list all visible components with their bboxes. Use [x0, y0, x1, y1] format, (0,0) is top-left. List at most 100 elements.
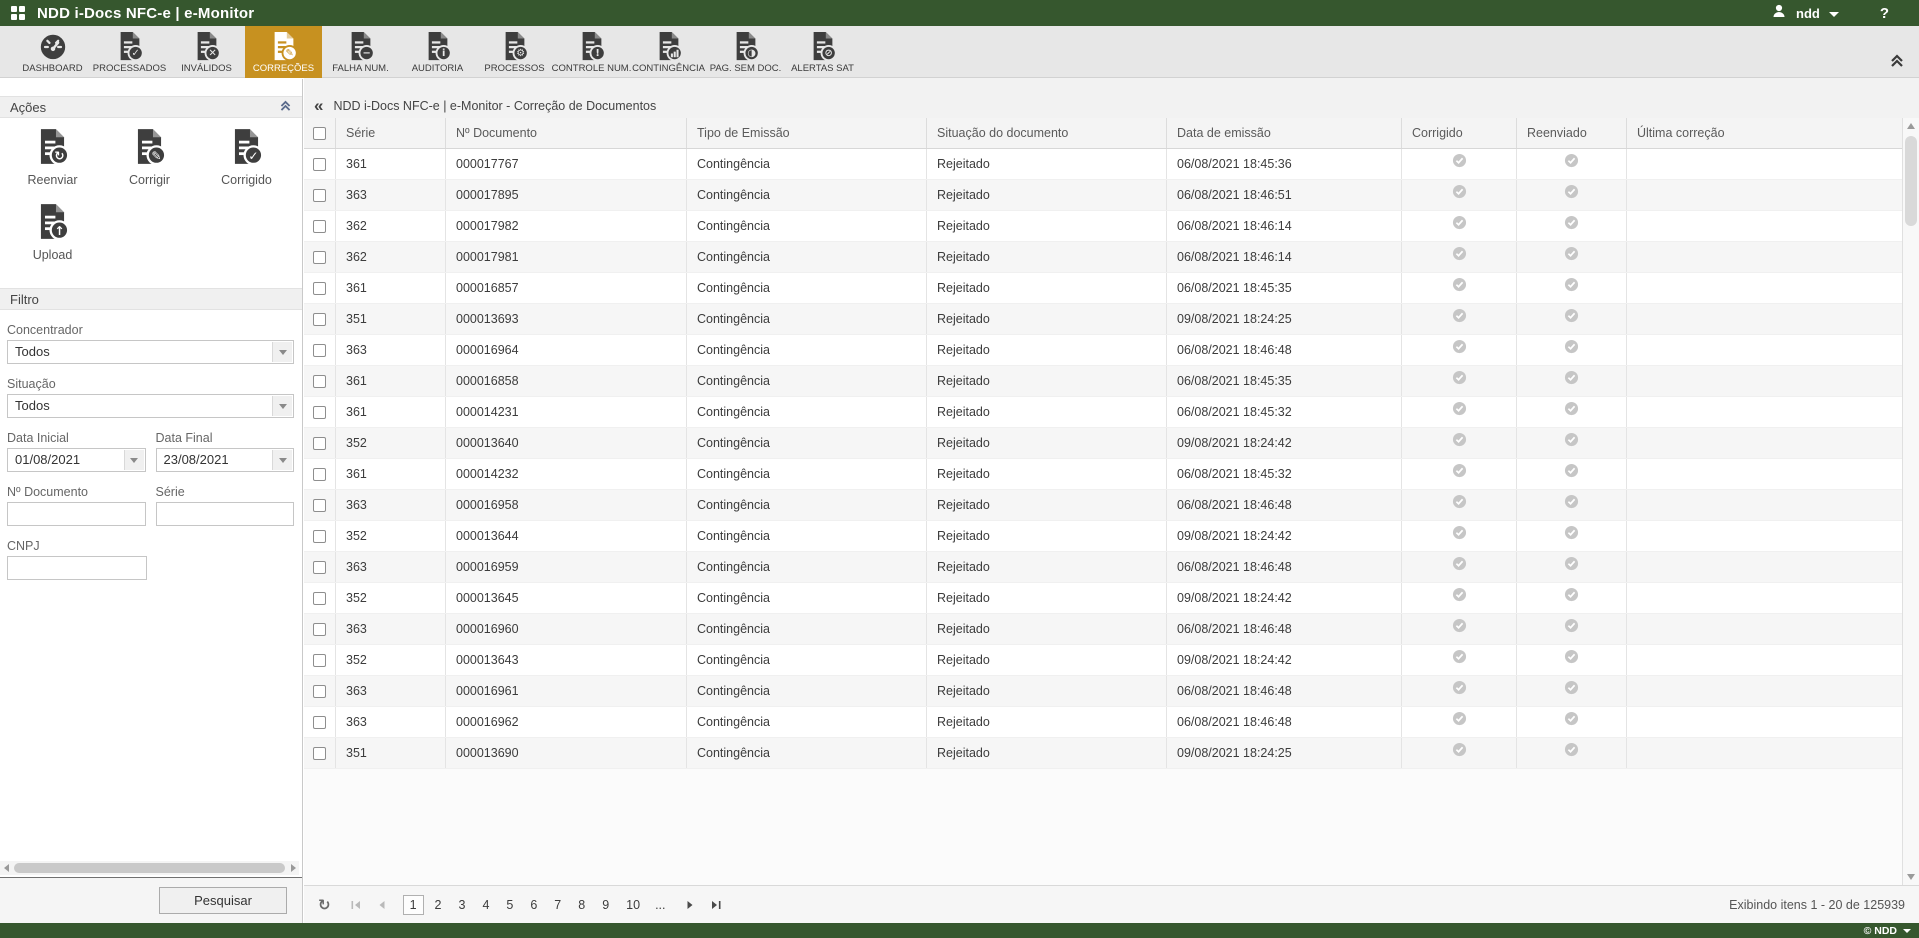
- row-checkbox[interactable]: [313, 437, 326, 450]
- table-row[interactable]: 361 000014232 Contingência Rejeitado 06/…: [304, 459, 1902, 490]
- table-row[interactable]: 351 000013690 Contingência Rejeitado 09/…: [304, 738, 1902, 769]
- row-checkbox[interactable]: [313, 654, 326, 667]
- chevron-down-icon[interactable]: [124, 450, 144, 470]
- toolbar-item-auditoria[interactable]: i AUDITORIA: [399, 26, 476, 78]
- column-header[interactable]: Corrigido: [1402, 118, 1517, 148]
- table-row[interactable]: 363 000016961 Contingência Rejeitado 06/…: [304, 676, 1902, 707]
- row-checkbox[interactable]: [313, 406, 326, 419]
- toolbar-item-falha-num-[interactable]: − FALHA NUM.: [322, 26, 399, 78]
- row-checkbox[interactable]: [313, 561, 326, 574]
- toolbar-item-inv-lidos[interactable]: ✕ INVÁLIDOS: [168, 26, 245, 78]
- table-row[interactable]: 352 000013643 Contingência Rejeitado 09/…: [304, 645, 1902, 676]
- toolbar-item-alertas-sat[interactable]: ⊘ ALERTAS SAT: [784, 26, 861, 78]
- column-header[interactable]: Nº Documento: [446, 118, 687, 148]
- page-number-9[interactable]: 9: [596, 896, 615, 914]
- action-upload[interactable]: ↑ Upload: [4, 203, 101, 262]
- page-number-6[interactable]: 6: [524, 896, 543, 914]
- row-checkbox[interactable]: [313, 282, 326, 295]
- toolbar-item-corre-es[interactable]: ✎ CORREÇÕES: [245, 26, 322, 78]
- toolbar-item-pag-sem-doc-[interactable]: ◑ PAG. SEM DOC.: [707, 26, 784, 78]
- row-checkbox[interactable]: [313, 623, 326, 636]
- page-number-5[interactable]: 5: [500, 896, 519, 914]
- table-row[interactable]: 351 000013693 Contingência Rejeitado 09/…: [304, 304, 1902, 335]
- toolbar-collapse-icon[interactable]: [1889, 54, 1905, 73]
- collapse-sidebar-icon[interactable]: «: [314, 99, 323, 113]
- scroll-down-icon[interactable]: [1907, 874, 1915, 880]
- toolbar-item-processos[interactable]: ⚙ PROCESSOS: [476, 26, 553, 78]
- refresh-icon[interactable]: ↻: [318, 896, 331, 914]
- column-header[interactable]: Situação do documento: [927, 118, 1167, 148]
- prev-page-icon[interactable]: [375, 898, 389, 912]
- table-row[interactable]: 363 000016958 Contingência Rejeitado 06/…: [304, 490, 1902, 521]
- toolbar-item-conting-ncia[interactable]: CONTINGÊNCIA: [630, 26, 707, 78]
- chevron-down-icon[interactable]: [272, 342, 292, 362]
- table-row[interactable]: 363 000016959 Contingência Rejeitado 06/…: [304, 552, 1902, 583]
- action-reenviar[interactable]: ↻ Reenviar: [4, 128, 101, 187]
- serie-input[interactable]: [156, 502, 295, 526]
- table-row[interactable]: 363 000016960 Contingência Rejeitado 06/…: [304, 614, 1902, 645]
- column-header[interactable]: Reenviado: [1517, 118, 1627, 148]
- table-row[interactable]: 363 000016962 Contingência Rejeitado 06/…: [304, 707, 1902, 738]
- column-header[interactable]: Tipo de Emissão: [687, 118, 927, 148]
- scroll-right-icon[interactable]: [287, 864, 299, 872]
- first-page-icon[interactable]: [349, 898, 363, 912]
- data-inicial-picker[interactable]: 01/08/2021: [7, 448, 146, 472]
- row-checkbox[interactable]: [313, 747, 326, 760]
- scrollbar-thumb[interactable]: [14, 863, 285, 873]
- table-row[interactable]: 361 000014231 Contingência Rejeitado 06/…: [304, 397, 1902, 428]
- page-number-1[interactable]: 1: [403, 895, 424, 915]
- table-row[interactable]: 361 000016858 Contingência Rejeitado 06/…: [304, 366, 1902, 397]
- table-row[interactable]: 361 000016857 Contingência Rejeitado 06/…: [304, 273, 1902, 304]
- toolbar-item-controle-num-[interactable]: ! CONTROLE NUM.: [553, 26, 630, 78]
- scrollbar-thumb[interactable]: [1905, 136, 1917, 226]
- toolbar-item-processados[interactable]: ✓ PROCESSADOS: [91, 26, 168, 78]
- data-final-picker[interactable]: 23/08/2021: [156, 448, 295, 472]
- situacao-select[interactable]: Todos: [7, 394, 294, 418]
- column-header[interactable]: Série: [336, 118, 446, 148]
- row-checkbox[interactable]: [313, 313, 326, 326]
- row-checkbox[interactable]: [313, 499, 326, 512]
- chevron-down-icon[interactable]: [272, 396, 292, 416]
- page-number-7[interactable]: 7: [548, 896, 567, 914]
- row-checkbox[interactable]: [313, 220, 326, 233]
- action-corrigir[interactable]: ✎ Corrigir: [101, 128, 198, 187]
- table-row[interactable]: 361 000017767 Contingência Rejeitado 06/…: [304, 149, 1902, 180]
- scroll-left-icon[interactable]: [0, 864, 12, 872]
- column-header[interactable]: Última correção: [1627, 118, 1902, 148]
- footer-caret-icon[interactable]: [1903, 929, 1911, 933]
- row-checkbox[interactable]: [313, 189, 326, 202]
- row-checkbox[interactable]: [313, 158, 326, 171]
- table-row[interactable]: 352 000013644 Contingência Rejeitado 09/…: [304, 521, 1902, 552]
- table-row[interactable]: 362 000017981 Contingência Rejeitado 06/…: [304, 242, 1902, 273]
- search-button[interactable]: Pesquisar: [159, 887, 287, 914]
- concentrador-select[interactable]: Todos: [7, 340, 294, 364]
- row-checkbox[interactable]: [313, 375, 326, 388]
- row-checkbox[interactable]: [313, 530, 326, 543]
- row-checkbox[interactable]: [313, 592, 326, 605]
- table-row[interactable]: 352 000013640 Contingência Rejeitado 09/…: [304, 428, 1902, 459]
- actions-collapse-icon[interactable]: [279, 100, 292, 115]
- user-caret-icon[interactable]: [1829, 12, 1839, 17]
- user-menu[interactable]: ndd: [1796, 6, 1820, 21]
- num-documento-input[interactable]: [7, 502, 146, 526]
- table-vertical-scrollbar[interactable]: [1902, 118, 1919, 885]
- page-ellipsis[interactable]: ...: [651, 898, 669, 912]
- scroll-up-icon[interactable]: [1907, 123, 1915, 129]
- page-number-10[interactable]: 10: [620, 896, 646, 914]
- select-all-checkbox[interactable]: [313, 127, 326, 140]
- cnpj-input[interactable]: [7, 556, 147, 580]
- page-number-2[interactable]: 2: [429, 896, 448, 914]
- row-checkbox[interactable]: [313, 716, 326, 729]
- page-number-8[interactable]: 8: [572, 896, 591, 914]
- last-page-icon[interactable]: [709, 898, 723, 912]
- table-row[interactable]: 363 000016964 Contingência Rejeitado 06/…: [304, 335, 1902, 366]
- table-row[interactable]: 362 000017982 Contingência Rejeitado 06/…: [304, 211, 1902, 242]
- action-corrigido[interactable]: ✓ Corrigido: [198, 128, 295, 187]
- column-header[interactable]: Data de emissão: [1167, 118, 1402, 148]
- help-button[interactable]: ?: [1880, 5, 1889, 22]
- table-row[interactable]: 363 000017895 Contingência Rejeitado 06/…: [304, 180, 1902, 211]
- toolbar-item-dashboard[interactable]: DASHBOARD: [14, 26, 91, 78]
- page-number-3[interactable]: 3: [452, 896, 471, 914]
- row-checkbox[interactable]: [313, 468, 326, 481]
- next-page-icon[interactable]: [683, 898, 697, 912]
